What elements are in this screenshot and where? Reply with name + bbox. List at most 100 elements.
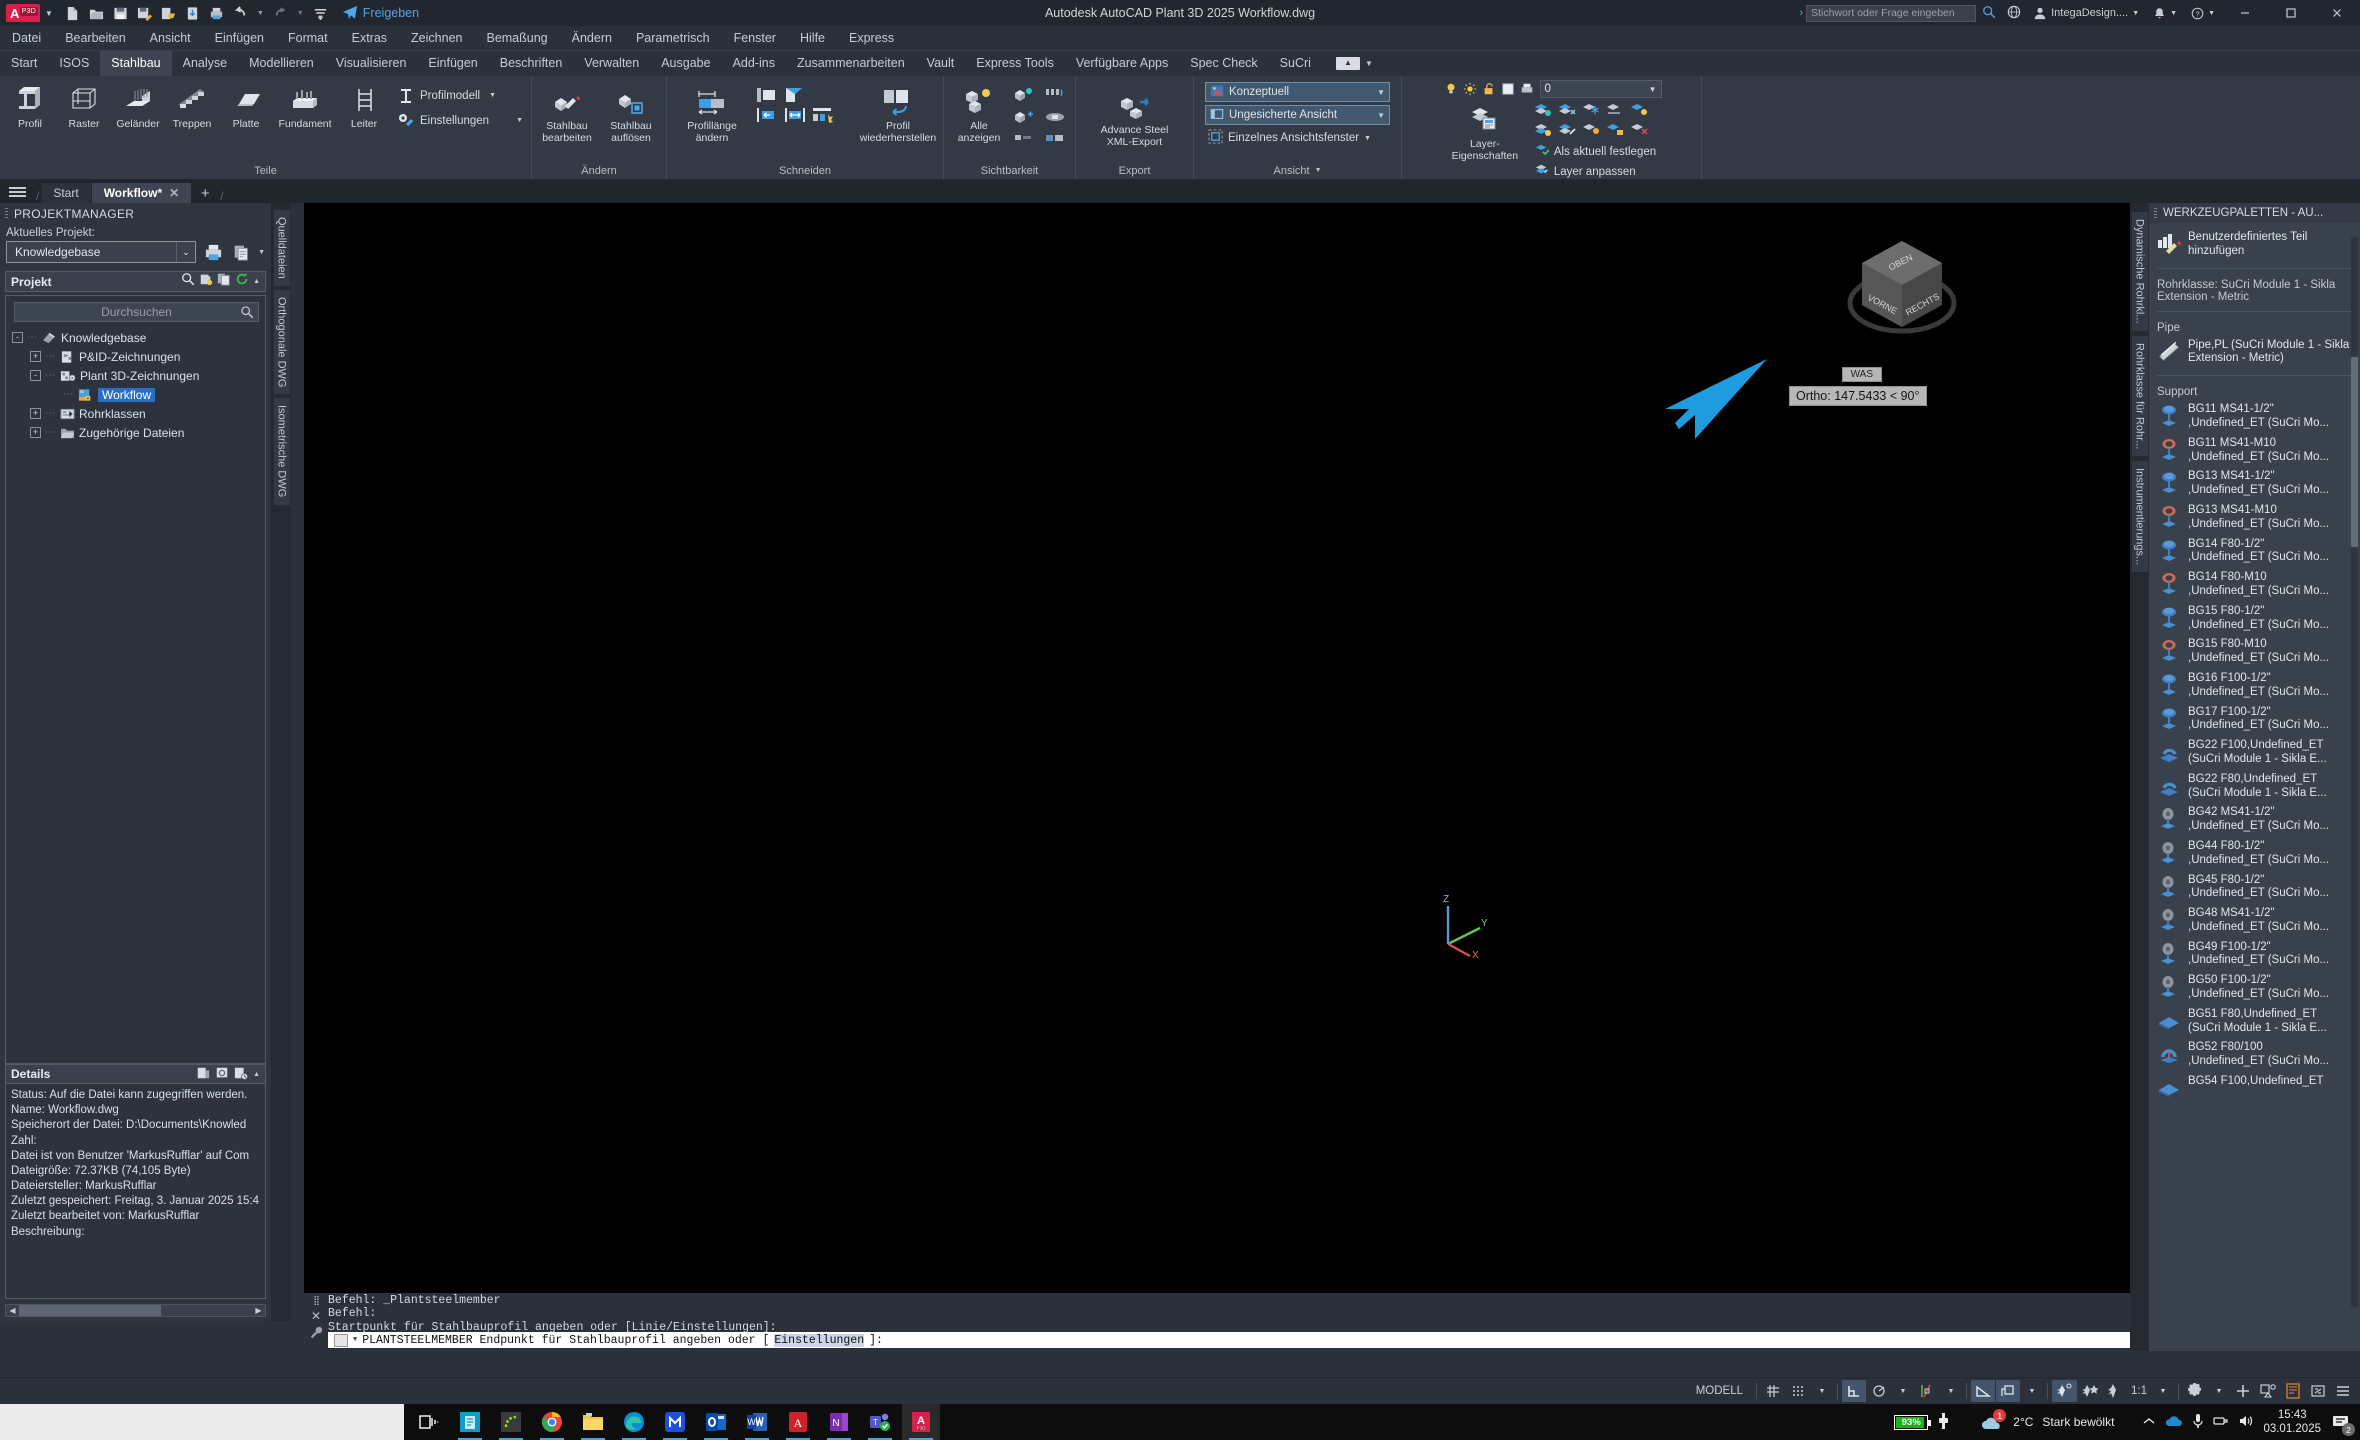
taskbar-task-view-icon[interactable]: [410, 1404, 448, 1440]
taskbar-acrobat-icon[interactable]: A: [779, 1404, 817, 1440]
drag-grip-icon[interactable]: [2154, 207, 2157, 219]
menu-item--ndern[interactable]: Ändern: [560, 26, 624, 51]
chevron-down-icon[interactable]: ▼: [258, 249, 265, 256]
ribbon-button-advance-steel-xml-export[interactable]: Advance Steel XML-Export: [1094, 86, 1176, 152]
drag-grip-icon[interactable]: [5, 208, 8, 219]
details-hscrollbar[interactable]: ◀ ▶: [5, 1304, 266, 1317]
customize-icon[interactable]: [2331, 1380, 2355, 1402]
new-drawing-icon[interactable]: [199, 272, 213, 291]
ribbon-button-gelaender[interactable]: Geländer: [112, 80, 164, 134]
annotation-scale-icon[interactable]: [2104, 1380, 2126, 1402]
side-tab-isometrische-dwg[interactable]: Isometrische DWG: [272, 397, 291, 506]
palette-item-support[interactable]: BG16 F100-1/2" ,Undefined_ET (SuCri Mo...: [2157, 669, 2352, 703]
layer-merge-icon[interactable]: [1556, 120, 1579, 138]
windows-search-box[interactable]: [0, 1404, 404, 1440]
fade-icon[interactable]: [1043, 108, 1066, 126]
palette-item-support[interactable]: BG52 F80/100 ,Undefined_ET (SuCri Mo...: [2157, 1038, 2352, 1072]
command-grip-icon[interactable]: ⣿: [313, 1295, 320, 1306]
taskbar-file-explorer-icon[interactable]: [574, 1404, 612, 1440]
layer-match-row[interactable]: Layer anpassen: [1532, 162, 1659, 181]
settings-wrench-icon[interactable]: [310, 1326, 323, 1342]
ribbon-button-raster[interactable]: Raster: [58, 80, 110, 134]
layer-plot-icon[interactable]: [1518, 80, 1536, 98]
palette-item-support[interactable]: BG51 F80,Undefined_ET (SuCri Module 1 - S…: [2157, 1005, 2352, 1039]
taskbar-app-m-icon[interactable]: [656, 1404, 694, 1440]
battery-indicator[interactable]: 93%: [1894, 1414, 1932, 1430]
model-tab-button[interactable]: MODELL: [1687, 1380, 1752, 1402]
palette-item-support[interactable]: BG14 F80-M10 ,Undefined_ET (SuCri Mo...: [2157, 568, 2352, 602]
ribbon-button-alle-anzeigen[interactable]: Alle anzeigen: [948, 82, 1010, 148]
export-icon[interactable]: [161, 6, 176, 21]
ribbon-tab-verwalten[interactable]: Verwalten: [573, 51, 650, 76]
command-input[interactable]: ▼ PLANTSTEELMEMBER Endpunkt für Stahlbau…: [328, 1332, 2130, 1348]
power-plug-icon[interactable]: [1937, 1412, 1950, 1432]
layer-walk-icon[interactable]: [1580, 120, 1603, 138]
ribbon-tab-spec-check[interactable]: Spec Check: [1179, 51, 1268, 76]
polar-icon[interactable]: [1867, 1380, 1891, 1402]
layer-unlock-icon[interactable]: [1480, 80, 1498, 98]
ribbon-tab-beschriften[interactable]: Beschriften: [489, 51, 574, 76]
palette-item-support[interactable]: BG11 MS41-1/2" ,Undefined_ET (SuCri Mo...: [2157, 400, 2352, 434]
scale-dropdown-icon[interactable]: ▼: [2152, 1380, 2174, 1402]
isolate-icon[interactable]: [1012, 87, 1035, 105]
qat-dropdown-icon[interactable]: ▼: [45, 9, 53, 18]
palette-item-support[interactable]: BG45 F80-1/2" ,Undefined_ET (SuCri Mo...: [2157, 871, 2352, 905]
microphone-icon[interactable]: [2192, 1413, 2204, 1432]
copy-icon[interactable]: [217, 272, 231, 291]
snap-icon[interactable]: [1786, 1380, 1810, 1402]
command-prompt-highlight[interactable]: Einstellungen: [774, 1333, 865, 1347]
layer-thaw-icon[interactable]: [1461, 80, 1479, 98]
tree-expander-icon[interactable]: -: [12, 332, 23, 343]
palette-item-support[interactable]: BG54 F100,Undefined_ET: [2157, 1072, 2352, 1102]
chevron-down-icon[interactable]: ▼: [1649, 85, 1657, 94]
plus-icon[interactable]: [2231, 1380, 2255, 1402]
tree-node-zugeh-rige-dateien[interactable]: + ⋯ Zugehörige Dateien: [6, 423, 265, 442]
ucs-dropdown-tag[interactable]: WAS: [1841, 367, 1882, 382]
gear-icon[interactable]: [2183, 1380, 2207, 1402]
ribbon-tab-modellieren[interactable]: Modellieren: [238, 51, 325, 76]
taskbar-word-icon[interactable]: W: [738, 1404, 776, 1440]
palette-item-add-custom-part[interactable]: Benutzerdefiniertes Teil hinzufügen: [2157, 228, 2352, 262]
search-chevron-icon[interactable]: ›: [1799, 7, 1803, 19]
palette-tab-0[interactable]: Dynamische Rohrkl...: [2130, 211, 2149, 332]
ribbon-tab-visualisieren[interactable]: Visualisieren: [325, 51, 418, 76]
project-search-input[interactable]: Durchsuchen: [14, 302, 259, 322]
app-logo[interactable]: A P3D: [6, 4, 40, 22]
palette-item-support[interactable]: BG13 MS41-1/2" ,Undefined_ET (SuCri Mo...: [2157, 467, 2352, 501]
taskbar-onenote-icon[interactable]: N: [820, 1404, 858, 1440]
palette-scrollbar[interactable]: [2351, 237, 2358, 1307]
menu-item-extras[interactable]: Extras: [340, 26, 399, 51]
menu-item-bema-ung[interactable]: Bemaßung: [474, 26, 559, 51]
dynamic-ucs-icon[interactable]: [2052, 1380, 2077, 1402]
layer-delete-icon[interactable]: [1628, 120, 1651, 138]
scroll-right-icon[interactable]: ▶: [252, 1306, 265, 1315]
tree-node-plant-3d-zeichnungen[interactable]: - ⋯ Plant 3D-Zeichnungen: [6, 366, 265, 385]
palette-item-support[interactable]: BG22 F80,Undefined_ET (SuCri Module 1 - S…: [2157, 770, 2352, 804]
tool-palettes-title[interactable]: WERKZEUGPALETTEN - AU...: [2149, 203, 2360, 223]
layer-previous-icon[interactable]: [1532, 120, 1555, 138]
chevron-down-icon[interactable]: ▼: [516, 117, 523, 124]
ribbon-button-profil[interactable]: Profil: [4, 80, 56, 134]
chevron-down-icon[interactable]: ▼: [1377, 88, 1385, 97]
chevron-down-icon[interactable]: ⌄: [176, 242, 195, 262]
osnap-dropdown-icon[interactable]: ▼: [1940, 1380, 1962, 1402]
palette-item-support[interactable]: BG48 MS41-1/2" ,Undefined_ET (SuCri Mo...: [2157, 904, 2352, 938]
palette-item-support[interactable]: BG50 F100-1/2" ,Undefined_ET (SuCri Mo...: [2157, 971, 2352, 1005]
project-select[interactable]: Knowledgebase ⌄: [6, 241, 197, 263]
tree-expander-icon[interactable]: +: [30, 408, 41, 419]
taskbar-autocad-icon[interactable]: A P3D: [902, 1404, 940, 1440]
chevron-down-icon[interactable]: ▼: [1377, 111, 1385, 120]
tree-expander-icon[interactable]: -: [30, 370, 41, 381]
project-manager-title[interactable]: PROJEKTMANAGER: [0, 203, 271, 224]
history-icon[interactable]: [234, 1066, 248, 1083]
bell-menu[interactable]: ▼: [2146, 7, 2184, 20]
dim-icon[interactable]: [1012, 129, 1035, 147]
scale-value[interactable]: 1:1: [2127, 1380, 2151, 1402]
layer-on-icon[interactable]: [1442, 80, 1460, 98]
angle-icon[interactable]: [1971, 1380, 1995, 1402]
application-menu-button[interactable]: [0, 180, 34, 203]
menu-item-einf-gen[interactable]: Einfügen: [203, 26, 276, 51]
palette-item-support[interactable]: BG22 F100,Undefined_ET (SuCri Module 1 - …: [2157, 736, 2352, 770]
tree-node-p-id-zeichnungen[interactable]: + ⋯ P&ID-Zeichnungen: [6, 347, 265, 366]
menu-item-hilfe[interactable]: Hilfe: [788, 26, 837, 51]
